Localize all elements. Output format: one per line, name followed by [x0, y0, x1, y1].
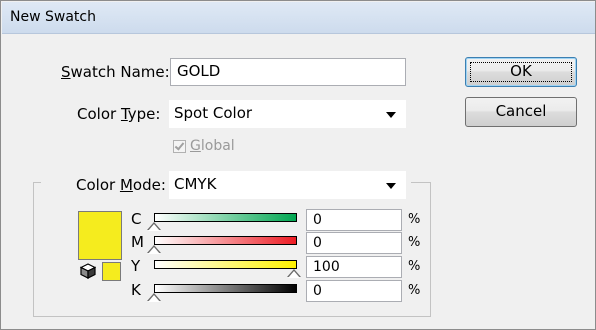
channel-label-c: C — [131, 210, 142, 228]
percent-label-c: % — [408, 212, 421, 227]
cancel-button[interactable]: Cancel — [465, 97, 577, 127]
window-title: New Swatch — [10, 9, 96, 25]
color-mode-value: CMYK — [174, 175, 217, 193]
slider-k[interactable] — [154, 284, 297, 293]
slider-y[interactable] — [154, 260, 297, 269]
swatch-preview — [78, 211, 122, 260]
global-label: Global — [190, 138, 235, 154]
slider-thumb-fill-c — [148, 223, 160, 231]
global-checkbox[interactable] — [173, 140, 186, 153]
title-bar[interactable]: New Swatch — [2, 2, 595, 34]
chevron-down-icon — [386, 183, 396, 189]
cube-icon — [80, 263, 96, 279]
new-swatch-dialog: New Swatch Swatch Name: GOLD Color Type:… — [0, 0, 596, 330]
gamut-swatch[interactable] — [102, 262, 121, 281]
channel-label-k: K — [131, 281, 141, 299]
channel-label-y: Y — [131, 257, 141, 275]
percent-label-k: % — [408, 283, 421, 298]
swatch-name-input[interactable]: GOLD — [170, 58, 406, 86]
channel-label-m: M — [131, 233, 144, 251]
slider-thumb-fill-m — [148, 246, 160, 254]
color-mode-label: Color Mode: — [76, 176, 166, 194]
ok-button[interactable]: OK — [465, 57, 577, 87]
value-input-k[interactable]: 0 — [306, 280, 402, 302]
value-input-c[interactable]: 0 — [306, 209, 402, 231]
color-mode-select[interactable]: CMYK — [169, 171, 406, 199]
slider-c[interactable] — [154, 213, 297, 222]
color-type-value: Spot Color — [174, 104, 253, 122]
slider-m[interactable] — [154, 236, 297, 245]
percent-label-y: % — [408, 259, 421, 274]
swatch-name-label: Swatch Name: — [61, 63, 170, 81]
value-input-m[interactable]: 0 — [306, 232, 402, 254]
value-input-y[interactable]: 100 — [306, 256, 402, 278]
slider-thumb-fill-k — [148, 294, 160, 302]
chevron-down-icon — [386, 112, 396, 118]
color-type-select[interactable]: Spot Color — [169, 100, 406, 128]
cancel-label: Cancel — [495, 102, 547, 120]
focus-rect — [470, 62, 572, 82]
color-type-label: Color Type: — [77, 105, 161, 123]
percent-label-m: % — [408, 235, 421, 250]
slider-thumb-fill-y — [288, 270, 300, 278]
checkmark-icon — [174, 140, 185, 151]
